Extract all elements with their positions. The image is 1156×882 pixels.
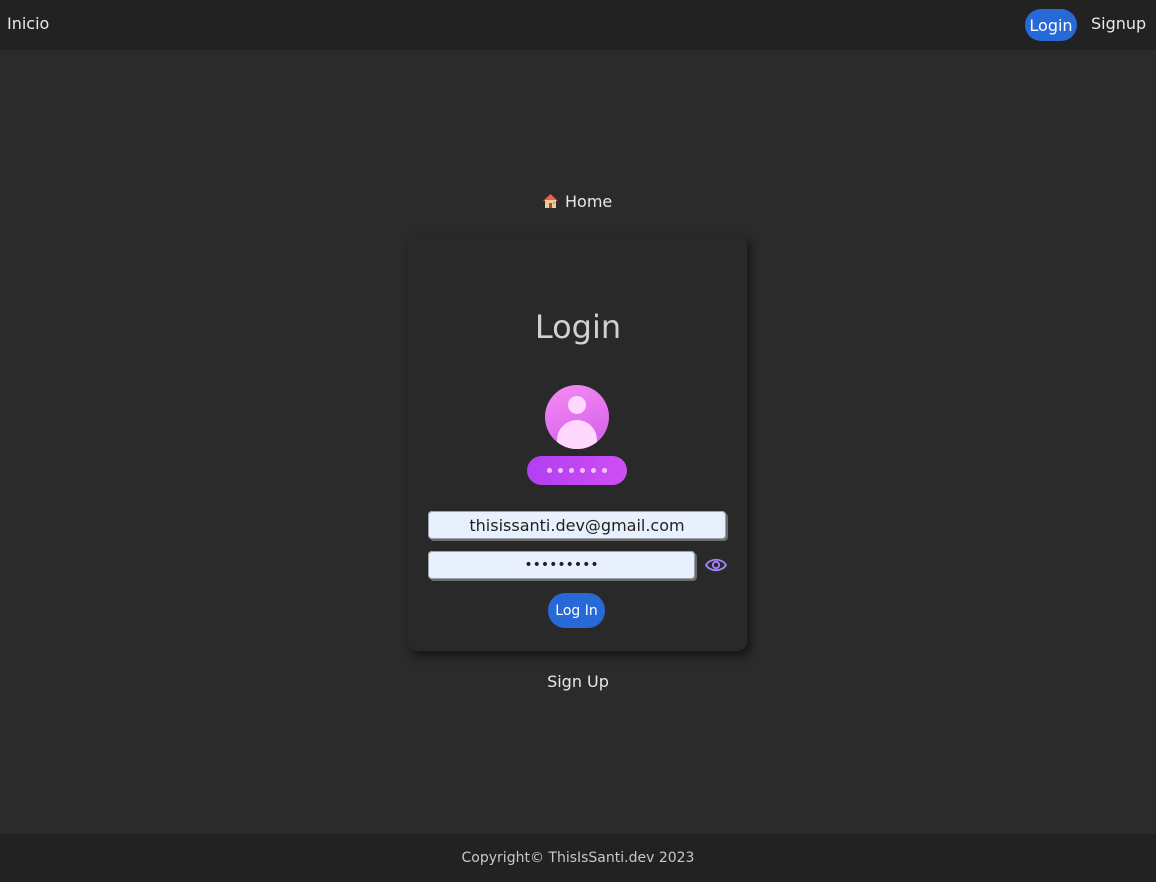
avatar-head [568,396,586,414]
avatar-body [557,420,597,449]
password-field[interactable] [428,551,695,579]
copyright-text: Copyright© ThisIsSanti.dev 2023 [461,850,695,866]
email-field[interactable] [428,511,726,539]
login-title: Login [534,308,622,346]
sign-up-link[interactable]: Sign Up [0,672,1156,691]
badge-dot [591,468,596,473]
eye-icon[interactable] [704,555,728,575]
home-link[interactable]: Home [542,190,612,212]
user-avatar-icon [545,385,609,449]
footer: Copyright© ThisIsSanti.dev 2023 [0,834,1156,882]
badge-dot [580,468,585,473]
badge-dot [558,468,563,473]
nav-home-link[interactable]: Inicio [7,14,49,33]
nav-signup-link[interactable]: Signup [1091,14,1146,33]
nav-login-button[interactable]: Login [1025,9,1077,41]
badge-dot [547,468,552,473]
house-icon [543,194,558,208]
sign-up-label[interactable]: Sign Up [547,672,609,691]
badge-dot [602,468,607,473]
badge-dot [569,468,574,473]
home-link-label: Home [565,191,613,211]
navbar: Inicio Login Signup [0,0,1156,50]
log-in-button[interactable]: Log In [548,593,605,628]
password-badge-icon [527,456,627,485]
